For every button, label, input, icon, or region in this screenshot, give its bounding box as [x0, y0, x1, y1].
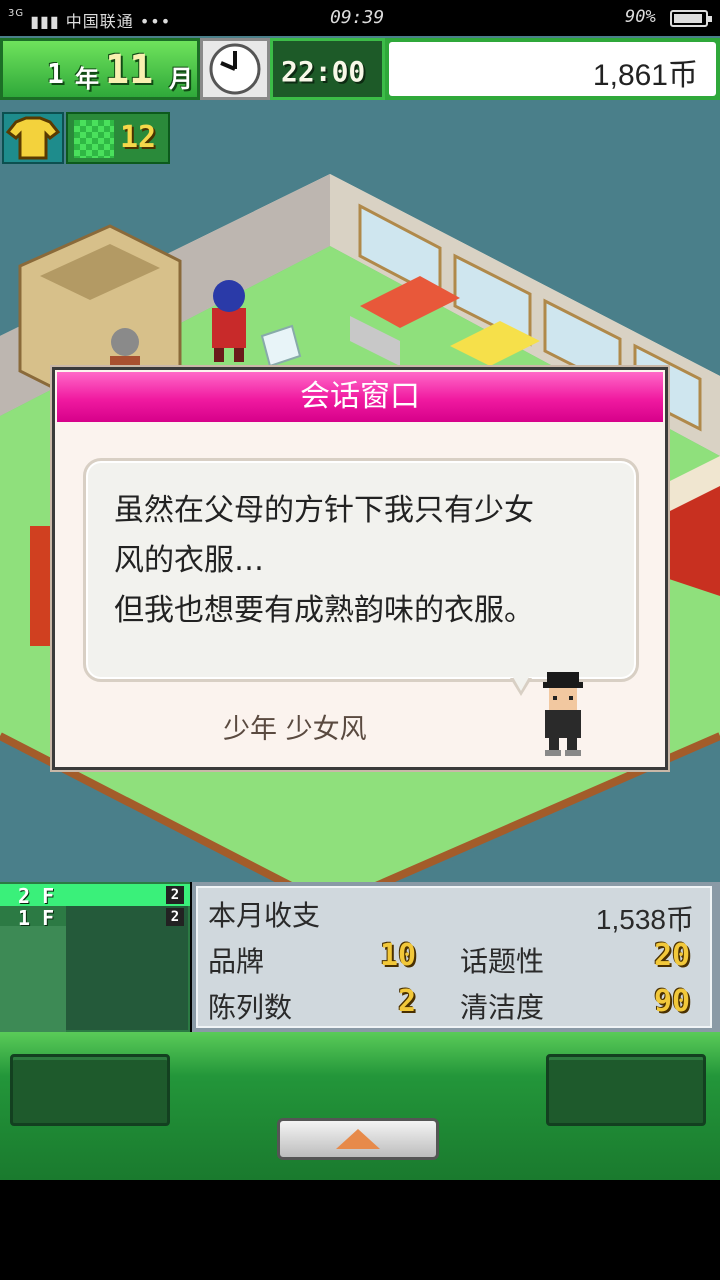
conversation-dialog[interactable]: 会话窗口 虽然在父母的方针下我只有少女 风的衣服… 但我也想要有成熟韵味的衣服。…: [52, 367, 668, 770]
rank-counter: 12: [66, 112, 170, 164]
network-type: 3G: [8, 8, 25, 19]
network-indicator: 3G ▮▮▮ 中国联通 •••: [8, 8, 171, 32]
clock-icon: [200, 38, 270, 100]
brand-value: 10: [380, 938, 417, 973]
dialog-line-2: 风的衣服…: [114, 543, 264, 578]
year-unit: 年: [75, 65, 99, 93]
boy-character-icon: [543, 672, 583, 756]
status-bar: 3G ▮▮▮ 中国联通 ••• 09:39 90%: [0, 0, 720, 36]
cleanliness-value: 90: [654, 984, 691, 1019]
dialog-title: 会话窗口: [57, 372, 663, 422]
dialog-line-1: 虽然在父母的方针下我只有少女: [114, 493, 534, 528]
game-time: 22:00: [270, 38, 385, 100]
carrier-name: 中国联通 •••: [65, 12, 172, 31]
game-time-value: 22:00: [281, 55, 366, 88]
month-value: 11: [105, 47, 154, 93]
floor-label: 1 F: [18, 906, 55, 930]
signal-icon: ▮▮▮: [30, 12, 60, 31]
shirt-icon[interactable]: [2, 112, 64, 164]
expand-menu-button[interactable]: [277, 1118, 439, 1160]
bottom-button-bar: [0, 1032, 720, 1180]
year-value: 1: [47, 57, 64, 90]
monthly-balance-label: 本月收支: [208, 899, 321, 932]
display-count-label: 陈列数: [208, 991, 293, 1024]
topic-label: 话题性: [460, 945, 545, 978]
topic-value: 20: [654, 938, 691, 973]
arrow-up-icon: [336, 1129, 380, 1149]
floor-label: 2 F: [18, 884, 55, 908]
money-value: 1,861币: [592, 59, 698, 92]
month-unit: 月: [169, 65, 193, 93]
game-screen: { "status_bar": { "network": "3G", "carr…: [0, 0, 720, 1280]
battery-percent: 90%: [625, 7, 656, 27]
floor-row[interactable]: 2 F 2: [0, 884, 190, 908]
display-count-value: 2: [398, 984, 417, 1019]
floor-row[interactable]: 1 F 2: [0, 906, 190, 930]
cleanliness-label: 清洁度: [460, 991, 545, 1024]
money-display: 1,861币: [385, 38, 720, 100]
floor-list[interactable]: 2 F 2 1 F 2: [0, 882, 190, 1032]
date-display: 1 年 11 月: [0, 38, 200, 100]
system-nav-area: [0, 1180, 720, 1280]
battery-icon: [670, 10, 712, 27]
right-menu-button[interactable]: [546, 1054, 706, 1126]
speech-bubble: 虽然在父母的方针下我只有少女 风的衣服… 但我也想要有成熟韵味的衣服。: [83, 458, 639, 682]
store-stats-panel: 本月收支 1,538币 品牌 10 话题性 20 陈列数 2 清洁度 90: [192, 882, 720, 1032]
floor-count: 2: [166, 908, 184, 926]
floor-count: 2: [166, 886, 184, 904]
status-time: 09:39: [330, 7, 385, 28]
left-menu-button[interactable]: [10, 1054, 170, 1126]
speaker-name: 少年 少女风: [223, 714, 367, 745]
monthly-balance-value: 1,538币: [595, 904, 694, 935]
dialog-line-3: 但我也想要有成熟韵味的衣服。: [114, 593, 534, 628]
brand-label: 品牌: [208, 945, 265, 978]
grid-icon: [74, 120, 114, 158]
rank-count-value: 12: [120, 120, 157, 155]
bubble-tail: [510, 677, 532, 696]
